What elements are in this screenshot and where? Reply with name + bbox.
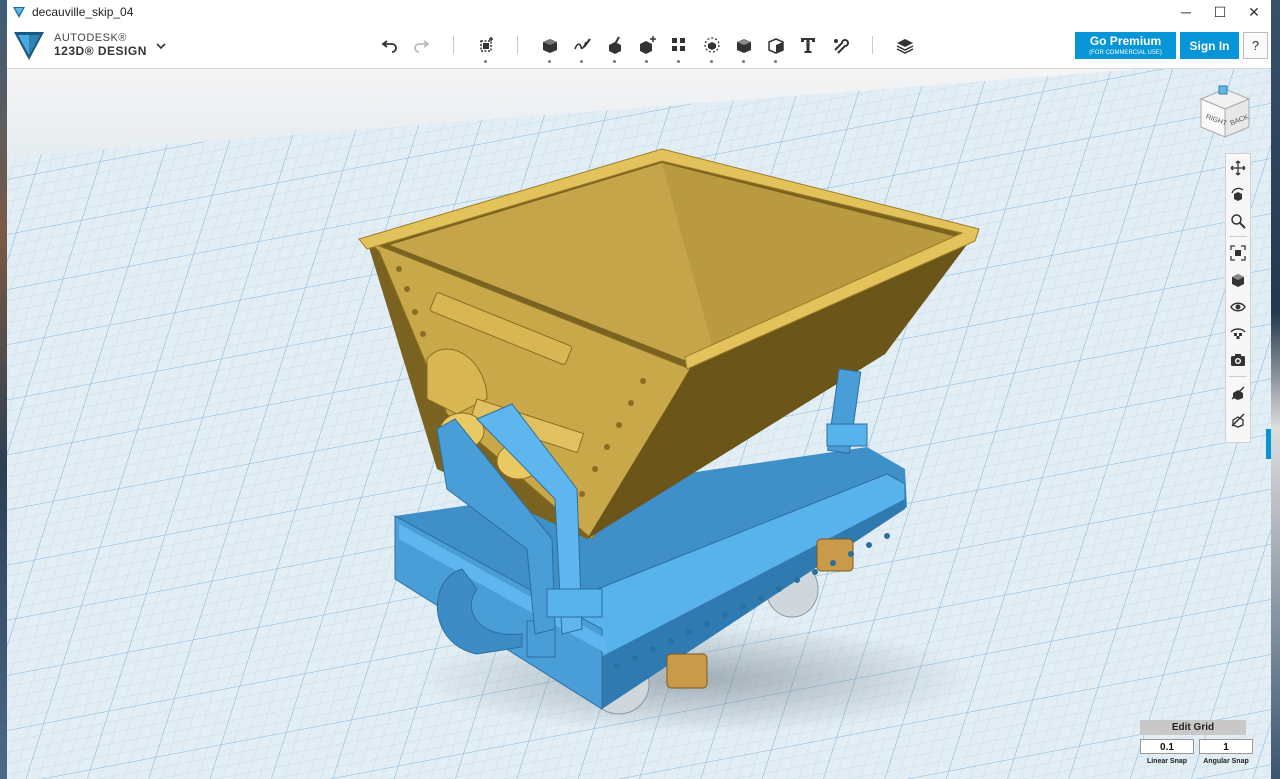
sign-in-button[interactable]: Sign In: [1180, 32, 1239, 59]
help-button[interactable]: ?: [1243, 32, 1268, 59]
modify-icon: [640, 36, 656, 54]
fit-icon: [1230, 245, 1246, 261]
text-button[interactable]: [796, 33, 820, 57]
toolbar-separator: [453, 36, 454, 54]
toolbar-separator: [872, 36, 873, 54]
materials-button[interactable]: [1228, 323, 1248, 343]
pan-icon: [1230, 160, 1246, 176]
sketch-icon: [574, 38, 591, 50]
scene-canvas[interactable]: [7, 69, 1271, 779]
angular-snap-input[interactable]: 1: [1199, 739, 1253, 754]
hide-button[interactable]: [1228, 410, 1248, 430]
pan-button[interactable]: [1228, 158, 1248, 178]
transform-button[interactable]: [474, 33, 498, 63]
app-logo-icon: [13, 7, 25, 18]
snap-icon: [834, 39, 849, 54]
pattern-button[interactable]: [667, 33, 691, 63]
camera-button[interactable]: [1228, 350, 1248, 370]
undo-button[interactable]: [378, 33, 402, 57]
navigation-bar: [1225, 153, 1251, 443]
materials-icon: [1230, 328, 1246, 339]
measure-icon: [768, 38, 784, 54]
close-button[interactable]: ✕: [1237, 0, 1271, 24]
desktop-background-right: [1271, 0, 1280, 779]
viewcube[interactable]: RIGHT BACK: [1197, 83, 1253, 139]
angular-snap-label: Angular Snap: [1203, 758, 1249, 765]
transform-icon: [480, 37, 493, 52]
go-premium-button[interactable]: Go Premium (FOR COMMERCIAL USE): [1075, 32, 1176, 59]
construct-icon: [609, 36, 621, 54]
app-menu-logo[interactable]: AUTODESK® 123D® DESIGN: [12, 28, 147, 62]
material-button[interactable]: [893, 33, 917, 57]
material-icon: [896, 39, 914, 54]
view-button[interactable]: [1228, 270, 1248, 290]
orbit-icon: [1231, 187, 1244, 201]
redo-button[interactable]: [409, 33, 433, 57]
measure-button[interactable]: [764, 33, 788, 63]
primitives-icon: [543, 39, 557, 53]
primitives-button[interactable]: [538, 33, 562, 63]
hide-icon: [1231, 413, 1245, 428]
desktop-background-left: [0, 0, 7, 779]
maximize-button[interactable]: ☐: [1203, 0, 1237, 24]
3d-viewport[interactable]: RIGHT BACK Edit Grid 0.1 1 Linear Snap A…: [7, 69, 1271, 779]
minimize-button[interactable]: ─: [1169, 0, 1203, 24]
outline-button[interactable]: [1228, 383, 1248, 403]
chevron-down-icon[interactable]: [154, 39, 168, 53]
pattern-icon: [672, 38, 685, 51]
combine-button[interactable]: [732, 33, 756, 63]
linear-snap-label: Linear Snap: [1146, 758, 1188, 765]
orbit-button[interactable]: [1228, 185, 1248, 205]
text-icon: [801, 38, 815, 53]
toolbar-separator: [517, 36, 518, 54]
view-icon: [1232, 274, 1244, 287]
grouping-icon: [704, 37, 720, 53]
autodesk-logo-icon: [14, 32, 44, 60]
redo-icon: [414, 40, 430, 53]
edit-grid-panel: Edit Grid 0.1 1 Linear Snap Angular Snap: [1140, 720, 1253, 774]
camera-icon: [1231, 354, 1245, 366]
visibility-icon: [1230, 302, 1246, 312]
edit-grid-button[interactable]: Edit Grid: [1140, 720, 1246, 735]
visibility-button[interactable]: [1228, 297, 1248, 317]
main-toolbar: AUTODESK® 123D® DESIGN Go Premium (FOR C…: [7, 24, 1271, 69]
grouping-button[interactable]: [700, 33, 724, 63]
linear-snap-input[interactable]: 0.1: [1140, 739, 1194, 754]
title-bar: decauville_skip_04 ─ ☐ ✕: [7, 0, 1271, 25]
undo-icon: [381, 40, 397, 53]
outline-icon: [1231, 386, 1245, 400]
zoom-button[interactable]: [1228, 211, 1248, 231]
modify-button[interactable]: [635, 33, 659, 63]
zoom-icon: [1231, 214, 1246, 229]
side-panel-tab[interactable]: [1266, 429, 1271, 459]
fit-button[interactable]: [1228, 243, 1248, 263]
combine-icon: [737, 39, 751, 53]
construct-button[interactable]: [603, 33, 627, 63]
snap-button[interactable]: [828, 33, 852, 57]
window-title: decauville_skip_04: [32, 5, 134, 19]
app-window: decauville_skip_04 ─ ☐ ✕ AUTODESK® 123D®…: [7, 0, 1271, 779]
brand-product: 123D® DESIGN: [54, 44, 147, 58]
sketch-button[interactable]: [570, 33, 594, 63]
